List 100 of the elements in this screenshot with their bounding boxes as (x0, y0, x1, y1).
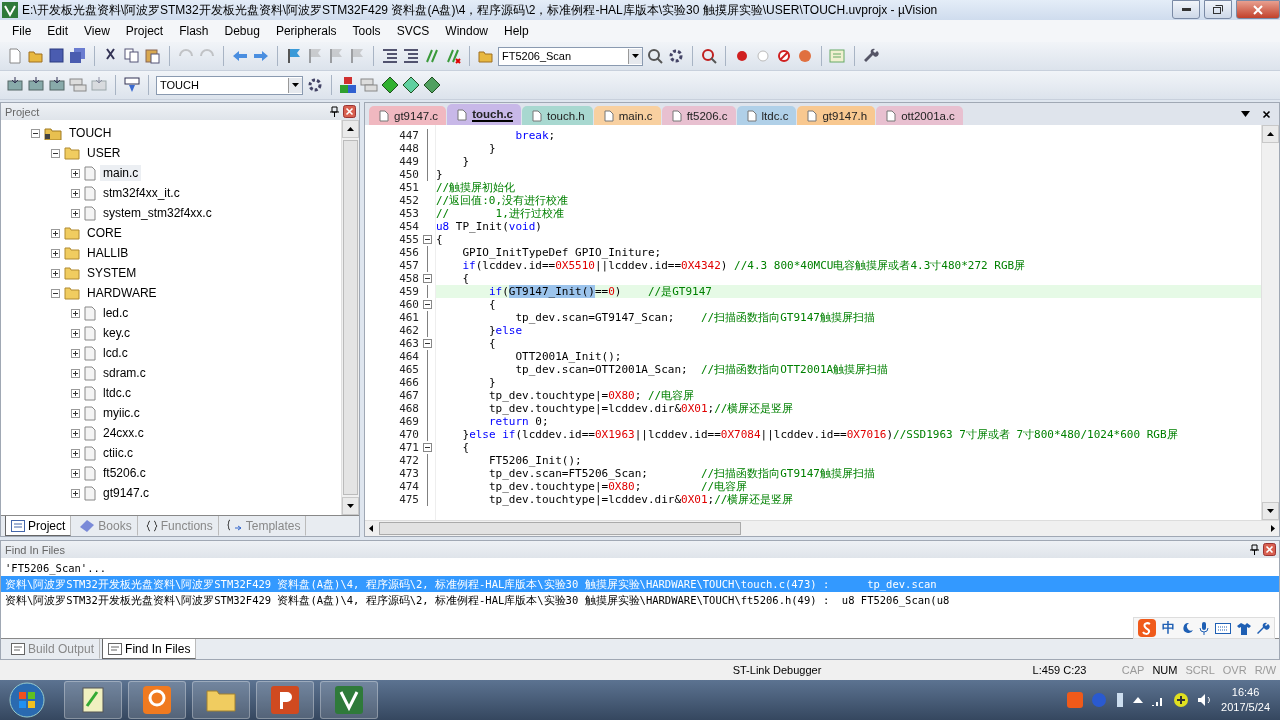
tree-item[interactable]: sdram.c (100, 365, 149, 381)
menu-item[interactable]: Edit (39, 24, 77, 38)
menu-item[interactable]: File (4, 24, 40, 38)
expand-icon[interactable] (71, 388, 80, 398)
menu-item[interactable]: Window (437, 24, 496, 38)
fold-icon[interactable] (423, 235, 432, 244)
close-icon[interactable] (1263, 543, 1276, 556)
fold-icon[interactable] (423, 443, 432, 452)
expand-icon[interactable] (51, 268, 60, 278)
indent-icon[interactable] (381, 47, 399, 65)
file-tab[interactable]: gt9147.h (797, 106, 876, 125)
tree-item[interactable]: ctiic.c (100, 445, 136, 461)
menu-item[interactable]: Flash (171, 24, 217, 38)
menu-item[interactable]: View (76, 24, 118, 38)
tree-item[interactable]: TOUCH (66, 125, 115, 141)
microphone-icon[interactable] (1199, 621, 1209, 635)
fold-icon[interactable] (423, 339, 432, 348)
restore-button[interactable] (1204, 0, 1232, 19)
keyboard-icon[interactable] (1215, 622, 1231, 634)
tree-item[interactable]: main.c (100, 165, 142, 181)
tree-item[interactable]: led.c (100, 305, 132, 321)
shirt-icon[interactable] (1237, 621, 1251, 635)
tree-item[interactable]: stm32f4xx_it.c (100, 185, 183, 201)
close-icon[interactable] (343, 105, 356, 118)
moon-icon[interactable] (1181, 622, 1193, 634)
comment-icon[interactable] (423, 47, 441, 65)
menu-item[interactable]: SVCS (388, 24, 438, 38)
load-icon[interactable] (123, 76, 141, 94)
crossed-circle-icon[interactable] (775, 47, 793, 65)
show-hidden-icon[interactable] (1133, 696, 1144, 704)
file-tab[interactable]: touch.c (447, 104, 521, 125)
rebuild-icon[interactable] (27, 76, 45, 94)
outdent-icon[interactable] (402, 47, 420, 65)
result-line[interactable]: 资料\阿波罗STM32开发板光盘资料\阿波罗STM32F429 资料盘(A盘)\4, 程序源码\2, 标准例程-HAL库版本\实验30 触摸屏实验\HARDWARE\TOUCH\ft5206.h(49) : u8 FT5206_Scan(u8 (1, 592, 1279, 608)
expand-icon[interactable] (71, 448, 80, 458)
file-tab[interactable]: ft5206.c (661, 106, 736, 125)
expand-icon[interactable] (71, 428, 80, 438)
diamond-icon[interactable] (381, 76, 399, 94)
magnifier-icon[interactable] (700, 47, 718, 65)
pin-icon[interactable] (330, 106, 339, 117)
pin-icon[interactable] (1250, 544, 1259, 555)
uncomment-icon[interactable] (444, 47, 462, 65)
ime-mode[interactable]: 中 (1162, 619, 1175, 637)
fold-icon[interactable] (423, 274, 432, 283)
target-combo[interactable]: TOUCH (156, 75, 303, 95)
expand-icon[interactable] (51, 248, 60, 258)
tree-item[interactable]: ltdc.c (100, 385, 134, 401)
copy-icon[interactable] (123, 47, 141, 65)
minimize-button[interactable] (1172, 0, 1200, 19)
tree-item[interactable]: myiic.c (100, 405, 143, 421)
expand-icon[interactable] (71, 168, 80, 178)
panel-tab[interactable]: Find In Files (102, 639, 197, 659)
find-icon[interactable] (646, 47, 664, 65)
expand-icon[interactable] (71, 408, 80, 418)
flag-icon[interactable] (285, 47, 303, 65)
tree-item[interactable]: CORE (84, 225, 125, 241)
dropdown-icon[interactable] (1241, 111, 1250, 117)
expand-icon[interactable] (71, 208, 80, 218)
file-tab[interactable]: main.c (593, 106, 661, 125)
tree-item[interactable]: USER (84, 145, 124, 161)
paste-icon[interactable] (144, 47, 162, 65)
taskbar-button[interactable] (320, 681, 378, 719)
expand-icon[interactable] (71, 488, 80, 498)
tree-item[interactable]: ft5206.c (100, 465, 149, 481)
tree-item[interactable]: HARDWARE (84, 285, 160, 301)
expand-icon[interactable] (71, 468, 80, 478)
dropdown-icon[interactable] (632, 54, 639, 58)
expand-icon[interactable] (71, 188, 80, 198)
fold-icon[interactable] (423, 300, 432, 309)
close-button[interactable] (1236, 0, 1280, 19)
wrench-icon[interactable] (1257, 621, 1270, 635)
file-tab[interactable]: ltdc.c (736, 106, 797, 125)
result-line[interactable]: 'FT5206_Scan'... (1, 560, 1279, 576)
tree-item[interactable]: key.c (100, 325, 134, 341)
menu-item[interactable]: Peripherals (267, 24, 345, 38)
menu-item[interactable]: Tools (344, 24, 389, 38)
file-tab[interactable]: touch.h (522, 106, 593, 125)
file-tab[interactable]: gt9147.c (369, 106, 447, 125)
collapse-icon[interactable] (51, 288, 60, 298)
menu-item[interactable]: Project (117, 24, 172, 38)
scrollbar[interactable] (365, 520, 1279, 536)
network-icon[interactable] (1173, 692, 1190, 708)
taskbar-button[interactable] (192, 681, 250, 719)
tree-item[interactable]: lcd.c (100, 345, 131, 361)
wrench-icon[interactable] (862, 47, 880, 65)
taskbar-button[interactable] (128, 681, 186, 719)
scrollbar[interactable] (341, 120, 359, 515)
expand-icon[interactable] (71, 368, 80, 378)
taskbar-button[interactable] (64, 681, 122, 719)
menu-item[interactable]: Help (496, 24, 537, 38)
panel-tab[interactable]: Project (5, 516, 72, 536)
save-all-icon[interactable] (69, 47, 87, 65)
tree-item[interactable]: gt9147.c (100, 485, 153, 501)
expand-icon[interactable] (71, 308, 80, 318)
collapse-icon[interactable] (31, 128, 40, 138)
tree-item[interactable]: SYSTEM (84, 265, 140, 281)
translate-icon[interactable] (6, 76, 24, 94)
expand-icon[interactable] (71, 348, 80, 358)
blocks-icon[interactable] (339, 76, 357, 94)
find-combo[interactable]: FT5206_Scan (498, 46, 643, 66)
